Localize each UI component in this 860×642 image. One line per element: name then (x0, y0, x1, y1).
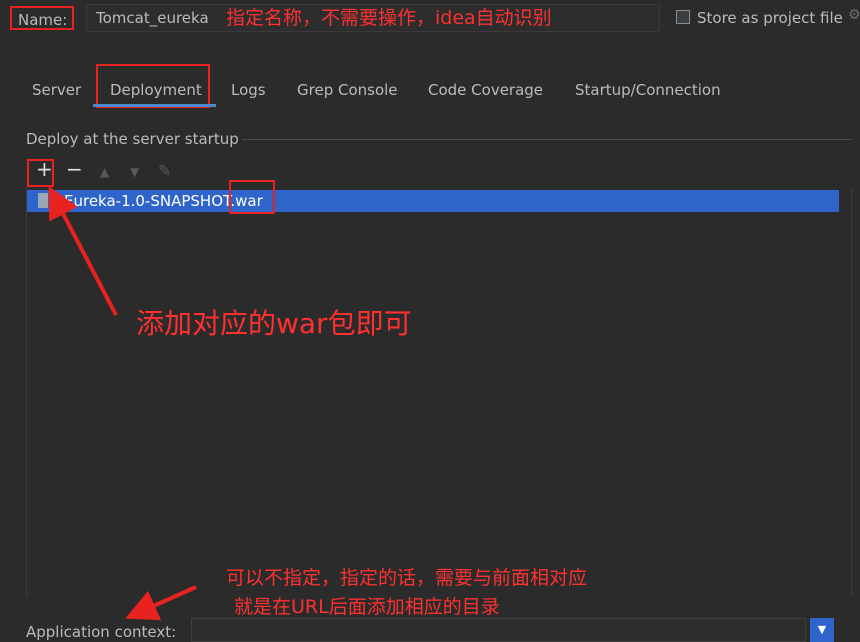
arrow-to-app-context (125, 585, 197, 621)
arrow-to-add-button (48, 185, 118, 316)
add-war-annotation: 添加对应的war包即可 (136, 307, 412, 340)
application-context-dropdown[interactable]: ▼ (810, 618, 834, 642)
application-context-label: Application context: (26, 623, 177, 641)
app-context-annotation-line1: 可以不指定，指定的话，需要与前面相对应 (226, 567, 588, 589)
application-context-input[interactable] (191, 618, 806, 642)
chevron-down-icon: ▼ (817, 623, 827, 636)
app-context-annotation-line2: 就是在URL后面添加相应的目录 (234, 596, 500, 618)
annotation-arrows (48, 185, 197, 621)
